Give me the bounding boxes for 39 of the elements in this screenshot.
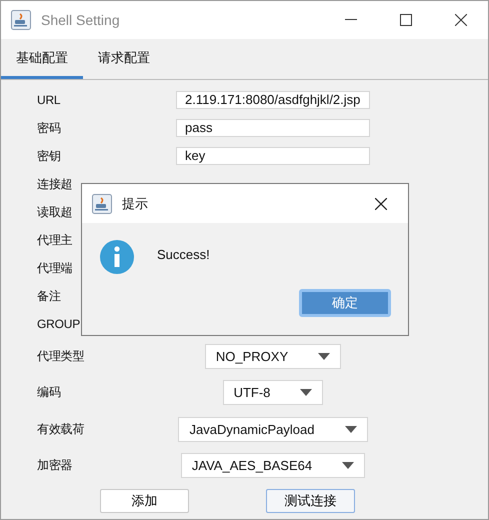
field-label: 密钥: [37, 148, 61, 164]
info-icon: [99, 239, 135, 275]
caret-icon: [342, 462, 354, 470]
field-label: URL: [37, 93, 60, 107]
caret-icon: [300, 389, 312, 396]
close-icon[interactable]: [455, 14, 467, 26]
field-label: 代理端: [37, 260, 72, 276]
caret-icon: [344, 426, 356, 433]
dialog-title: 提示: [122, 194, 148, 212]
dropdown[interactable]: JavaDynamicPayload: [178, 416, 368, 442]
field-label: 密码: [37, 120, 61, 136]
cup-icon: [11, 10, 31, 30]
action-button[interactable]: 添加: [100, 489, 189, 513]
field-label: 备注: [37, 288, 61, 304]
dropdown[interactable]: JAVA_AES_BASE64: [180, 453, 366, 478]
window-title: Shell Setting: [41, 12, 120, 28]
dropdown[interactable]: UTF-8: [222, 380, 324, 406]
tab[interactable]: 请求配置: [83, 39, 165, 79]
field-label: 读取超: [37, 204, 72, 220]
field-label: 编码: [37, 384, 61, 402]
ok-button[interactable]: 确定: [299, 289, 391, 317]
close-icon[interactable]: [375, 198, 387, 210]
caret-icon: [318, 352, 330, 360]
dialog-message: Success!: [157, 246, 210, 262]
field-label: 有效载荷: [37, 420, 84, 438]
action-button[interactable]: 测试连接: [266, 489, 355, 513]
field-label: 代理类型: [37, 348, 84, 365]
field-label: GROUP: [37, 317, 80, 331]
field-label: 连接超: [37, 176, 72, 192]
cup-icon: [92, 194, 112, 214]
input-field[interactable]: pass: [176, 119, 370, 137]
input-field[interactable]: key: [176, 147, 370, 165]
input-field[interactable]: 2.119.171:8080/asdfghjkl/2.jsp: [176, 91, 370, 109]
tab[interactable]: 基础配置: [1, 39, 83, 79]
field-label: 代理主: [37, 232, 72, 248]
minimize-icon[interactable]: [345, 19, 357, 21]
field-label: 加密器: [37, 457, 72, 474]
dropdown[interactable]: NO_PROXY: [204, 344, 342, 369]
maximize-icon[interactable]: [400, 14, 412, 26]
